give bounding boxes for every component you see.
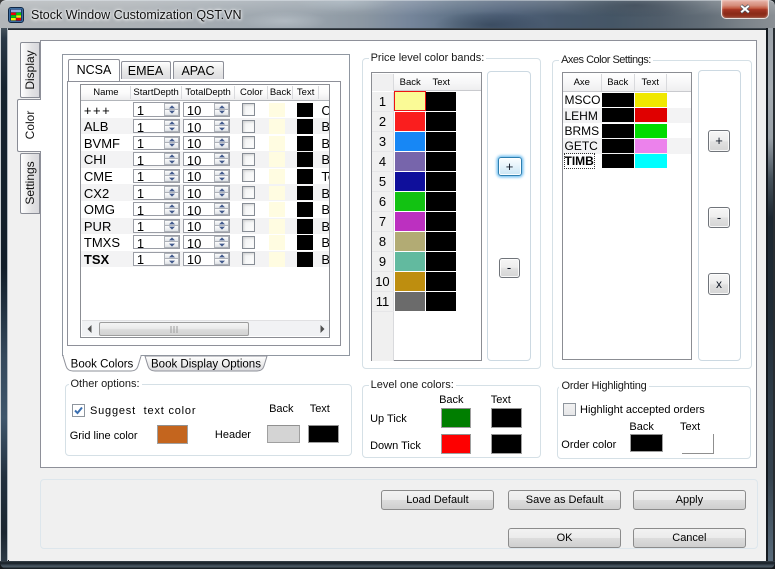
svg-text:Book Display Options: Book Display Options <box>151 359 261 371</box>
svg-text:Book Colors: Book Colors <box>71 359 134 371</box>
